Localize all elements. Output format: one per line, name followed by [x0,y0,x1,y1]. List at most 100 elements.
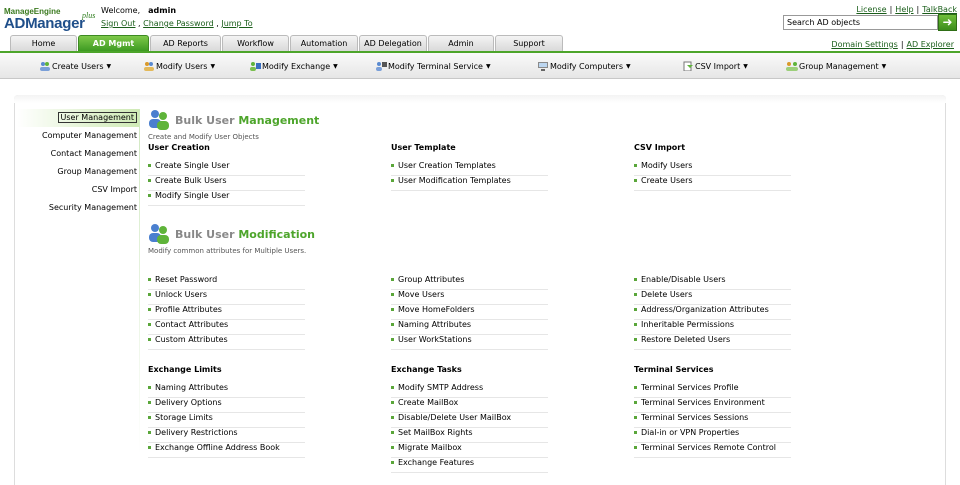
exchange-tasks-heading: Exchange Tasks [391,365,462,374]
right-links: Domain Settings | AD Explorer [831,40,954,49]
menu-modify-terminal-service[interactable]: Modify Terminal Service ▼ [375,61,491,71]
user-links: Sign Out , Change Password , Jump To [101,19,253,28]
tab-home[interactable]: Home [10,35,77,51]
user-creation-templates-link[interactable]: User Creation Templates [391,161,548,176]
main-tabs: Home AD Mgmt AD Reports Workflow Automat… [10,35,564,51]
csv-import-icon [683,61,693,71]
help-link[interactable]: Help [895,5,913,14]
custom-attributes-link[interactable]: Custom Attributes [148,335,305,350]
terminal-services-environment-link[interactable]: Terminal Services Environment [634,398,791,413]
profile-attributes-link[interactable]: Profile Attributes [148,305,305,320]
bulk-user-management-subtitle: Create and Modify User Objects [148,133,259,141]
nav-contact-management[interactable]: Contact Management [17,145,139,163]
caret-down-icon: ▼ [743,62,748,70]
terminal-services-heading: Terminal Services [634,365,714,374]
license-link[interactable]: License [856,5,886,14]
exchange-limits-heading: Exchange Limits [148,365,222,374]
menu-modify-computers[interactable]: Modify Computers ▼ [537,61,631,71]
user-workstations-link[interactable]: User WorkStations [391,335,548,350]
menu-csv-import[interactable]: CSV Import ▼ [682,61,748,71]
domain-settings-link[interactable]: Domain Settings [831,40,897,49]
bulk-users-icon [149,110,169,130]
unlock-users-link[interactable]: Unlock Users [148,290,305,305]
bulk-modify-users-icon [149,224,169,244]
csv-modify-users-link[interactable]: Modify Users [634,161,791,176]
modify-single-user-link[interactable]: Modify Single User [148,191,305,206]
sign-out-link[interactable]: Sign Out [101,19,136,28]
storage-limits-link[interactable]: Storage Limits [148,413,305,428]
delivery-restrictions-link[interactable]: Delivery Restrictions [148,428,305,443]
terminal-services-profile-link[interactable]: Terminal Services Profile [634,383,791,398]
nav-user-management[interactable]: User Management [17,109,139,127]
username: admin [148,6,177,15]
top-links: License | Help | TalkBack [856,5,957,14]
user-modification-templates-link[interactable]: User Modification Templates [391,176,548,191]
jump-to-link[interactable]: Jump To [221,19,252,28]
user-creation-heading: User Creation [148,143,210,152]
move-users-link[interactable]: Move Users [391,290,548,305]
caret-down-icon: ▼ [333,62,338,70]
talkback-link[interactable]: TalkBack [922,5,957,14]
group-attributes-link[interactable]: Group Attributes [391,275,548,290]
create-single-user-link[interactable]: Create Single User [148,161,305,176]
panel-top-shade [14,95,946,103]
menu-modify-exchange[interactable]: Modify Exchange ▼ [249,61,338,71]
migrate-mailbox-link[interactable]: Migrate Mailbox [391,443,548,458]
change-password-link[interactable]: Change Password [143,19,214,28]
search-go-button[interactable]: ➜ [938,14,957,31]
csv-import-heading: CSV Import [634,143,686,152]
tab-workflow[interactable]: Workflow [222,35,289,51]
nav-computer-management[interactable]: Computer Management [17,127,139,145]
naming-attributes-link[interactable]: Naming Attributes [391,320,548,335]
users-edit-icon [144,62,154,71]
menu-group-management[interactable]: Group Management ▼ [786,61,886,71]
delivery-options-link[interactable]: Delivery Options [148,398,305,413]
caret-down-icon: ▼ [106,62,112,70]
inheritable-permissions-link[interactable]: Inheritable Permissions [634,320,791,335]
users-icon [40,62,50,71]
tab-support[interactable]: Support [495,35,563,51]
search-input[interactable] [783,15,938,30]
exchange-naming-attributes-link[interactable]: Naming Attributes [148,383,305,398]
tab-ad-mgmt[interactable]: AD Mgmt [78,35,149,51]
terminal-services-remote-control-link[interactable]: Terminal Services Remote Control [634,443,791,458]
menu-create-users[interactable]: Create Users ▼ [39,61,111,71]
contact-attributes-link[interactable]: Contact Attributes [148,320,305,335]
bulk-user-management-title: Bulk User Management [175,114,320,127]
group-icon [786,62,798,71]
address-organization-attributes-link[interactable]: Address/Organization Attributes [634,305,791,320]
caret-down-icon: ▼ [210,62,216,70]
disable-delete-user-mailbox-link[interactable]: Disable/Delete User MailBox [391,413,548,428]
nav-group-management[interactable]: Group Management [17,163,139,181]
delete-users-link[interactable]: Delete Users [634,290,791,305]
move-homefolders-link[interactable]: Move HomeFolders [391,305,548,320]
ad-explorer-link[interactable]: AD Explorer [907,40,954,49]
welcome-text: Welcome, admin [101,6,177,15]
left-nav: User Management Computer Management Cont… [17,109,139,217]
tab-admin[interactable]: Admin [428,35,494,51]
caret-down-icon: ▼ [881,62,887,70]
user-template-heading: User Template [391,143,456,152]
set-mailbox-rights-link[interactable]: Set MailBox Rights [391,428,548,443]
nav-csv-import[interactable]: CSV Import [17,181,139,199]
tab-ad-reports[interactable]: AD Reports [150,35,221,51]
create-bulk-users-link[interactable]: Create Bulk Users [148,176,305,191]
exchange-offline-address-book-link[interactable]: Exchange Offline Address Book [148,443,305,458]
csv-create-users-link[interactable]: Create Users [634,176,791,191]
reset-password-link[interactable]: Reset Password [148,275,305,290]
exchange-features-link[interactable]: Exchange Features [391,458,548,473]
tab-ad-delegation[interactable]: AD Delegation [359,35,427,51]
dial-in-vpn-properties-link[interactable]: Dial-in or VPN Properties [634,428,791,443]
modify-smtp-address-link[interactable]: Modify SMTP Address [391,383,548,398]
manageengine-logo: ManageEngine ADManager plus [4,7,96,32]
nav-security-management[interactable]: Security Management [17,199,139,217]
enable-disable-users-link[interactable]: Enable/Disable Users [634,275,791,290]
exchange-icon [250,62,261,71]
tab-automation[interactable]: Automation [290,35,358,51]
menu-modify-users[interactable]: Modify Users ▼ [143,61,215,71]
nav-divider [139,109,140,454]
caret-down-icon: ▼ [626,62,631,70]
terminal-services-sessions-link[interactable]: Terminal Services Sessions [634,413,791,428]
restore-deleted-users-link[interactable]: Restore Deleted Users [634,335,791,350]
create-mailbox-link[interactable]: Create MailBox [391,398,548,413]
